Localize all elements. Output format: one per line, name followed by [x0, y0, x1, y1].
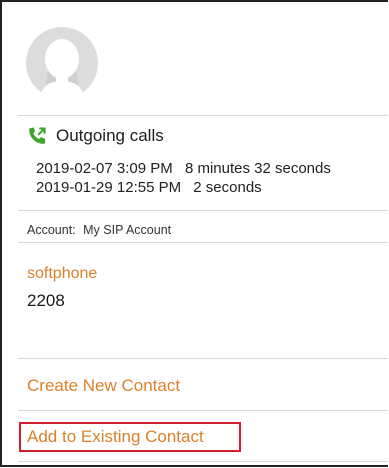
call-datetime: 2019-02-07 3:09 PM [36, 160, 173, 177]
call-datetime: 2019-01-29 12:55 PM [36, 179, 182, 196]
outgoing-calls-label: Outgoing calls [56, 125, 164, 145]
account-name: My SIP Account [83, 223, 172, 237]
divider [18, 210, 388, 211]
add-to-existing-contact-button[interactable]: Add to Existing Contact [27, 427, 204, 447]
divider [18, 410, 388, 411]
avatar-icon [26, 27, 98, 99]
phone-number[interactable]: 2208 [27, 291, 65, 311]
call-duration: 2 seconds [193, 179, 262, 196]
account-prefix: Account: [27, 223, 76, 237]
divider [18, 358, 388, 359]
create-new-contact-button[interactable]: Create New Contact [27, 376, 180, 396]
divider [18, 461, 388, 462]
account-info: Account: My SIP Account [27, 223, 171, 237]
divider [18, 242, 388, 243]
call-entry: 2019-02-07 3:09 PM 8 minutes 32 seconds [36, 160, 331, 177]
phone-label: softphone [27, 265, 98, 282]
call-entry: 2019-01-29 12:55 PM 2 seconds [36, 179, 262, 196]
divider [18, 115, 388, 116]
outgoing-call-icon [27, 125, 48, 146]
call-detail-panel: Outgoing calls 2019-02-07 3:09 PM 8 minu… [0, 0, 388, 467]
outgoing-calls-header: Outgoing calls [27, 125, 164, 146]
call-duration: 8 minutes 32 seconds [184, 160, 331, 177]
